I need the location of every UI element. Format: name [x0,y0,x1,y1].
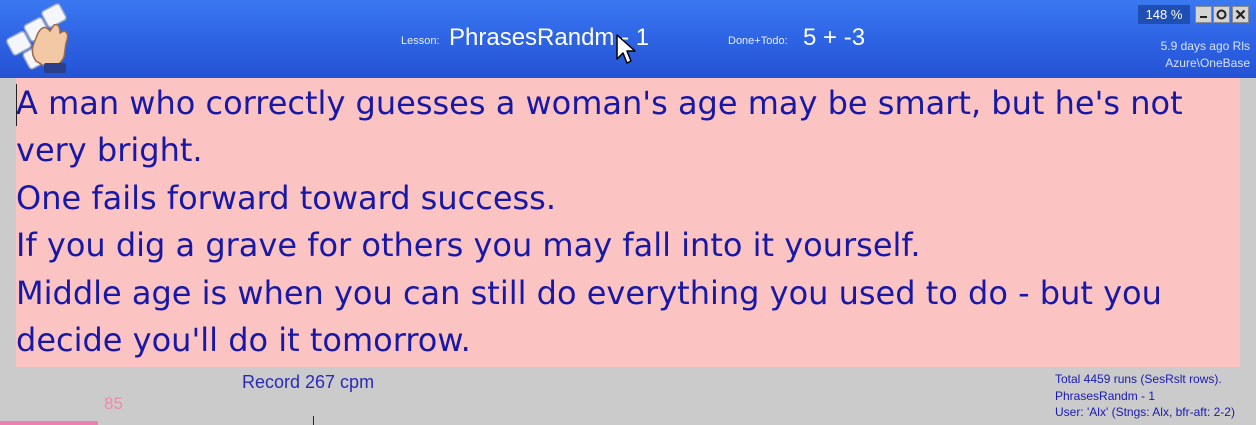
record-speed: Record 267 cpm [242,372,375,392]
close-icon [1235,9,1246,20]
progress-bar [0,421,400,425]
phrase-line: A man who correctly guesses a woman's ag… [16,84,1193,170]
phrase-line: Middle age is when you can still do ever… [16,273,1173,360]
phrase-line: If you dig a grave for others you may fa… [16,226,921,265]
database-path: Azure\OneBase [1165,56,1250,70]
lesson-info: PhrasesRandm - 1 [1055,388,1156,403]
phrase-line: One fails forward toward success. [16,178,557,217]
minimize-icon [1200,16,1207,18]
keyboard-hand-logo-icon [6,3,69,73]
user-info: User: 'Alx' (Stngs: Alx, bfr-aft: 2-2) [1055,405,1235,419]
done-todo-caption: Done+Todo: [728,35,788,47]
lesson-caption: Lesson: [401,35,440,47]
phrase-list: A man who correctly guesses a woman's ag… [16,80,1238,364]
progress-value: 85 [104,394,123,413]
progress-bar-fill [0,421,98,425]
mouse-pointer-icon [616,34,636,64]
done-todo-value: 5 + -3 [803,24,866,51]
record-marker [313,416,314,425]
minimize-button[interactable] [1195,6,1212,23]
restore-icon [1216,9,1227,20]
restore-button[interactable] [1213,6,1230,23]
zoom-level[interactable]: 148 % [1138,5,1190,24]
release-info: 5.9 days ago Rls Azure\OneBase [1161,38,1250,72]
close-button[interactable] [1232,6,1249,23]
session-info: Total 4459 runs (SesRslt rows). PhrasesR… [1055,371,1235,421]
release-age: 5.9 days ago Rls [1160,39,1250,53]
total-runs: Total 4459 runs (SesRslt rows). [1055,372,1222,386]
text-caret [16,84,17,126]
title-bar: Lesson: PhrasesRandm - 1 Done+Todo: 5 + … [0,0,1256,78]
